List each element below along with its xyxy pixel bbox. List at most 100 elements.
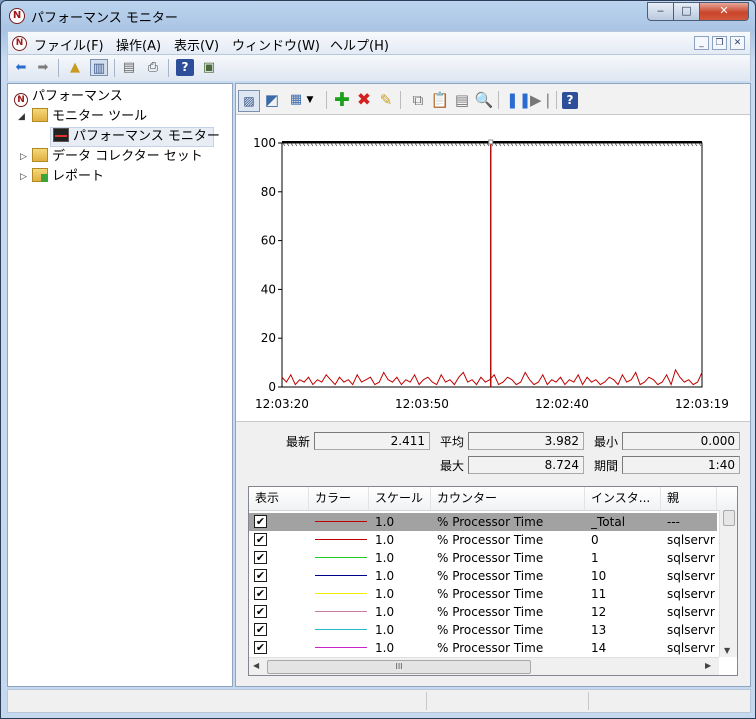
show-checkbox[interactable]: ✔ [254, 623, 267, 636]
show-checkbox[interactable]: ✔ [254, 551, 267, 564]
column-header-parent[interactable]: 親 [661, 487, 717, 510]
tree-item-performance[interactable]: N パフォーマンス [14, 88, 123, 107]
show-checkbox[interactable]: ✔ [254, 533, 267, 546]
show-hide-action-pane-icon[interactable]: ▣ [200, 59, 218, 76]
maximum-value: 8.724 [468, 456, 584, 474]
export-list-icon[interactable]: ▤ [120, 59, 138, 76]
menu-window[interactable]: ウィンドウ(W) [232, 35, 320, 54]
column-header-counter[interactable]: カウンター [431, 487, 585, 510]
scroll-left-arrow-icon[interactable]: ◀ [253, 661, 259, 670]
x-tick-label: 12:03:19 [675, 397, 729, 411]
counter-cell: % Processor Time [437, 641, 544, 655]
tree-label: パフォーマンス モニター [73, 129, 220, 144]
print-icon[interactable]: ⎙ [144, 59, 162, 76]
scale-cell: 1.0 [375, 623, 395, 637]
child-restore-button[interactable]: ❐ [712, 36, 727, 50]
duration-label: 期間 [594, 459, 619, 473]
scroll-right-arrow-icon[interactable]: ▶ [705, 661, 711, 670]
toolbar-separator [556, 91, 557, 109]
vertical-scrollbar[interactable]: ▼ [719, 510, 737, 657]
y-tick-label: 40 [261, 282, 276, 296]
counter-row[interactable]: ✔ 1.0 % Processor Time 13 sqlservr [249, 621, 717, 639]
counter-row[interactable]: ✔ 1.0 % Processor Time 11 sqlservr [249, 585, 717, 603]
counter-row[interactable]: ✔ 1.0 % Processor Time 0 sqlservr [249, 531, 717, 549]
show-checkbox[interactable]: ✔ [254, 587, 267, 600]
column-header-color[interactable]: カラー [309, 487, 369, 510]
counter-row[interactable]: ✔ 1.0 % Processor Time 1 sqlservr [249, 549, 717, 567]
column-header-instance[interactable]: インスタ... [585, 487, 661, 510]
column-header-scale[interactable]: スケール [369, 487, 431, 510]
show-checkbox[interactable]: ✔ [254, 605, 267, 618]
color-swatch [315, 629, 367, 630]
menu-file[interactable]: ファイル(F) [34, 35, 104, 54]
x-tick-label: 12:02:40 [535, 397, 589, 411]
toolbar-separator [400, 91, 401, 109]
menu-view[interactable]: 表示(V) [174, 35, 219, 54]
counter-cell: % Processor Time [437, 623, 544, 637]
graph-toolbar: ▨ ◩ ▦ ▼ ✚ ✖ ✎ ⧉ 📋 ▤ 🔍 ❚❚ ▶❘ ? [236, 84, 750, 114]
show-hide-tree-icon[interactable]: ▥ [90, 59, 108, 76]
zoom-icon[interactable]: 🔍 [474, 90, 494, 110]
help-icon[interactable]: ? [176, 59, 194, 76]
color-swatch [315, 539, 367, 540]
scroll-down-arrow-icon[interactable]: ▼ [724, 646, 730, 655]
back-arrow-icon[interactable]: ⬅ [12, 59, 30, 76]
graph-type-dropdown-icon[interactable]: ▼ [304, 90, 316, 110]
instance-cell: 12 [591, 605, 607, 619]
child-minimize-button[interactable]: _ [694, 36, 709, 50]
freeze-display-icon[interactable]: ❚❚ [506, 90, 531, 110]
tree-item-monitor-tools[interactable]: モニター ツール [32, 108, 147, 126]
highlight-icon[interactable]: ✎ [376, 90, 396, 110]
scale-cell: 1.0 [375, 515, 395, 529]
last-value: 2.411 [314, 432, 430, 450]
copy-properties-icon[interactable]: ⧉ [408, 90, 428, 110]
update-data-icon[interactable]: ▶❘ [530, 90, 554, 110]
add-counter-icon[interactable]: ✚ [332, 90, 352, 110]
view-log-data-icon[interactable]: ◩ [262, 90, 282, 110]
horizontal-scroll-thumb[interactable]: III [267, 660, 531, 674]
menu-help[interactable]: ヘルプ(H) [330, 35, 389, 54]
instance-cell: 11 [591, 587, 607, 601]
tree-item-performance-monitor[interactable]: パフォーマンス モニター [50, 127, 220, 147]
tree-item-data-collector-sets[interactable]: データ コレクター セット [32, 148, 203, 166]
child-close-button[interactable]: ✕ [730, 36, 745, 50]
tree-label: データ コレクター セット [52, 149, 203, 164]
horizontal-scrollbar[interactable]: ◀ III ▶ [249, 657, 719, 675]
column-header-show[interactable]: 表示 [249, 487, 309, 510]
counter-row[interactable]: ✔ 1.0 % Processor Time _Total --- [249, 513, 717, 531]
view-current-activity-icon[interactable]: ▨ [238, 90, 260, 112]
show-checkbox[interactable]: ✔ [254, 641, 267, 654]
menu-action[interactable]: 操作(A) [116, 35, 161, 54]
help-icon[interactable]: ? [562, 92, 578, 109]
up-folder-icon[interactable]: ▲ [66, 59, 84, 76]
minimize-button[interactable]: ‒ [647, 2, 674, 21]
delete-counter-icon[interactable]: ✖ [354, 90, 374, 110]
counter-row[interactable]: ✔ 1.0 % Processor Time 14 sqlservr [249, 639, 717, 657]
performance-monitor-pane: ▨ ◩ ▦ ▼ ✚ ✖ ✎ ⧉ 📋 ▤ 🔍 ❚❚ ▶❘ ? 100 80 60 40 2… [235, 83, 751, 687]
forward-arrow-icon[interactable]: ➡ [34, 59, 52, 76]
counter-row[interactable]: ✔ 1.0 % Processor Time 12 sqlservr [249, 603, 717, 621]
maximize-button[interactable]: □ [673, 2, 700, 21]
instance-cell: _Total [591, 515, 626, 529]
counter-row[interactable]: ✔ 1.0 % Processor Time 10 sqlservr [249, 567, 717, 585]
show-checkbox[interactable]: ✔ [254, 515, 267, 528]
paste-counter-list-icon[interactable]: 📋 [430, 90, 450, 110]
instance-cell: 14 [591, 641, 607, 655]
tree-collapsed-arrow-icon[interactable]: ▷ [20, 172, 27, 182]
close-button[interactable]: ✕ [699, 2, 749, 21]
scale-cell: 1.0 [375, 641, 395, 655]
change-graph-type-icon[interactable]: ▦ [286, 90, 306, 110]
tree-collapsed-arrow-icon[interactable]: ▷ [20, 152, 27, 162]
instance-cell: 1 [591, 551, 599, 565]
counter-cell: % Processor Time [437, 587, 544, 601]
main-window: N パフォーマンス モニター ‒ □ ✕ N ファイル(F) 操作(A) 表示(… [0, 0, 756, 719]
line-graph: 100 80 60 40 20 0 12:03:20 12:03:50 12:02:40 12:0… [236, 114, 750, 422]
vertical-scroll-thumb[interactable] [723, 510, 735, 526]
tree-expanded-arrow-icon[interactable]: ◢ [18, 112, 25, 122]
mmc-system-menu-icon[interactable]: N [12, 36, 27, 51]
parent-cell: sqlservr [667, 533, 715, 547]
tree-item-reports[interactable]: レポート [32, 168, 104, 186]
counter-cell: % Processor Time [437, 569, 544, 583]
properties-icon[interactable]: ▤ [452, 90, 472, 110]
show-checkbox[interactable]: ✔ [254, 569, 267, 582]
